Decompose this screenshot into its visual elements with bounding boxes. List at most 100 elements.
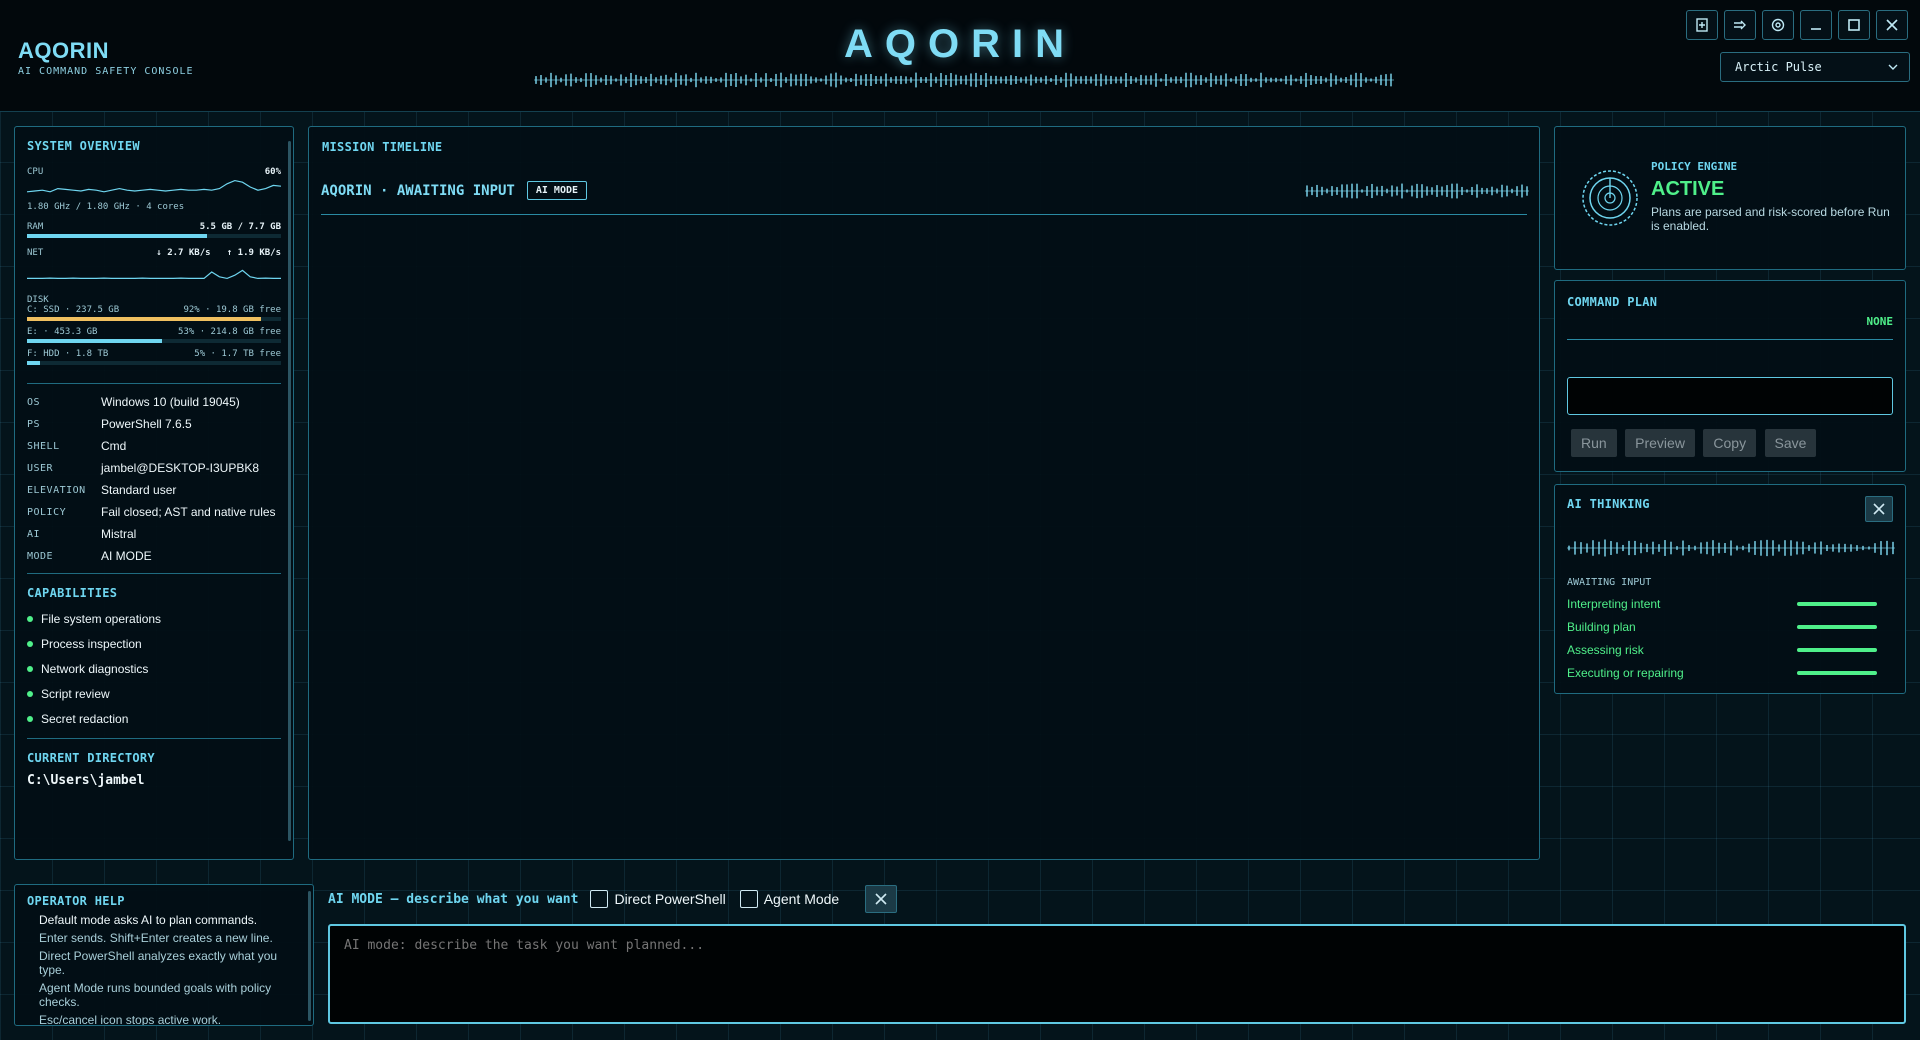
info-row: SHELL Cmd <box>27 440 281 453</box>
export-icon[interactable] <box>1724 10 1756 40</box>
direct-powershell-label: Direct PowerShell <box>614 891 726 907</box>
help-scrollbar[interactable] <box>308 891 311 1021</box>
info-key: PS <box>27 419 41 430</box>
thinking-step: Executing or repairing <box>1567 666 1893 680</box>
info-value: jambel@DESKTOP-I3UPBK8 <box>101 461 260 475</box>
help-line: Direct PowerShell analyzes exactly what … <box>39 949 278 977</box>
thinking-step: Assessing risk <box>1567 643 1893 657</box>
command-plan-divider <box>1567 339 1893 340</box>
info-row: MODE AI MODE <box>27 550 281 563</box>
net-down: ↓ 2.7 KB/s <box>156 248 211 258</box>
operator-help-panel: OPERATOR HELP Default mode asks AI to pl… <box>14 884 314 1026</box>
capability-label: Script review <box>41 687 110 701</box>
cpu-detail-text: 1.80 GHz / 1.80 GHz · 4 cores <box>27 202 185 212</box>
info-row: ELEVATION Standard user <box>27 484 281 497</box>
close-icon[interactable] <box>1876 10 1908 40</box>
policy-engine-panel: POLICY ENGINE ACTIVE Plans are parsed an… <box>1554 126 1906 270</box>
settings-icon[interactable] <box>1762 10 1794 40</box>
divider <box>27 383 281 384</box>
mode-prompt: AI MODE — describe what you want <box>328 891 579 907</box>
capability-item: Process inspection <box>27 637 281 651</box>
center-title: AQORIN <box>844 22 1076 66</box>
help-line: Agent Mode runs bounded goals with polic… <box>39 981 272 1009</box>
close-thinking-button[interactable] <box>1865 496 1893 522</box>
disk-usage: 53% · 214.8 GB free <box>178 327 281 337</box>
header-waveform <box>534 72 1394 88</box>
thinking-step-bar <box>1797 602 1877 606</box>
info-value: Standard user <box>101 483 177 497</box>
info-row: OS Windows 10 (build 19045) <box>27 396 281 409</box>
maximize-icon[interactable] <box>1838 10 1870 40</box>
disk-label: DISK <box>27 295 49 305</box>
thinking-step-label: Interpreting intent <box>1567 597 1661 611</box>
disk-bar-fill <box>27 339 162 343</box>
system-overview-title: SYSTEM OVERVIEW <box>27 139 140 153</box>
help-line: Esc/cancel icon stops active work. <box>39 1013 222 1026</box>
capabilities-title: CAPABILITIES <box>27 586 118 600</box>
disk-list: C: SSD · 237.5 GB 92% · 19.8 GB free E: ·… <box>27 305 281 365</box>
mission-waveform <box>1305 183 1529 199</box>
info-row: USER jambel@DESKTOP-I3UPBK8 <box>27 462 281 475</box>
thinking-step-label: Executing or repairing <box>1567 666 1684 680</box>
brand-subtitle: AI COMMAND SAFETY CONSOLE <box>18 66 194 77</box>
app-header: AQORIN AI COMMAND SAFETY CONSOLE AQORIN … <box>0 0 1920 112</box>
info-row: PS PowerShell 7.6.5 <box>27 418 281 431</box>
status-dot-icon <box>27 666 33 672</box>
command-plan-editor[interactable] <box>1567 377 1893 415</box>
cancel-button[interactable] <box>865 885 898 913</box>
thinking-step: Interpreting intent <box>1567 597 1893 611</box>
policy-engine-status: ACTIVE <box>1651 178 1725 200</box>
system-info-list: OS Windows 10 (build 19045) PS PowerShell … <box>27 396 281 563</box>
thinking-step-bar <box>1797 671 1877 675</box>
ai-thinking-title: AI THINKING <box>1567 497 1650 511</box>
system-panel-scrollbar[interactable] <box>288 141 291 841</box>
status-dot-icon <box>27 691 33 697</box>
prompt-input-area[interactable] <box>328 924 1906 1024</box>
mission-divider <box>321 214 1527 215</box>
divider <box>27 573 281 574</box>
operator-help-text: Default mode asks AI to plan commands. E… <box>39 913 305 1026</box>
disk-bar-fill <box>27 361 40 365</box>
chevron-down-icon <box>1888 64 1898 70</box>
disk-usage: 92% · 19.8 GB free <box>183 305 281 315</box>
radar-icon <box>1582 170 1638 226</box>
thinking-step: Building plan <box>1567 620 1893 634</box>
save-button[interactable]: Save <box>1764 429 1817 457</box>
ram-bar <box>27 234 281 238</box>
close-icon <box>1873 503 1885 515</box>
mission-status: AQORIN · AWAITING INPUT <box>321 182 515 199</box>
command-plan-actions: Run Preview Copy Save <box>1571 429 1820 457</box>
ram-row: RAM 5.5 GB / 7.7 GB <box>27 222 281 232</box>
info-value: Windows 10 (build 19045) <box>101 395 240 409</box>
mission-timeline-panel: MISSION TIMELINE AQORIN · AWAITING INPUT… <box>308 126 1540 860</box>
ram-label: RAM <box>27 222 44 232</box>
disk-name: C: SSD · 237.5 GB <box>27 305 120 315</box>
copy-button[interactable]: Copy <box>1703 429 1757 457</box>
info-key: ELEVATION <box>27 485 86 496</box>
document-icon[interactable] <box>1686 10 1718 40</box>
theme-select[interactable]: Arctic Pulse <box>1720 52 1910 82</box>
command-plan-panel: COMMAND PLAN NONE Run Preview Copy Save <box>1554 280 1906 472</box>
run-button[interactable]: Run <box>1571 429 1617 457</box>
direct-powershell-checkbox[interactable] <box>590 890 609 908</box>
status-dot-icon <box>27 616 33 622</box>
preview-button[interactable]: Preview <box>1625 429 1695 457</box>
disk-usage: 5% · 1.7 TB free <box>194 349 281 359</box>
help-lead: Default mode asks AI to plan commands. <box>39 913 258 927</box>
disk-item: E: · 453.3 GB 53% · 214.8 GB free <box>27 327 281 343</box>
agent-mode-checkbox[interactable] <box>739 890 758 908</box>
status-dot-icon <box>27 716 33 722</box>
minimize-icon[interactable] <box>1800 10 1832 40</box>
theme-select-value: Arctic Pulse <box>1735 60 1822 74</box>
thinking-steps: Interpreting intent Building plan Assess… <box>1567 597 1893 689</box>
disk-name: E: · 453.3 GB <box>27 327 98 337</box>
disk-item: C: SSD · 237.5 GB 92% · 19.8 GB free <box>27 305 281 321</box>
info-value: Fail closed; AST and native rules <box>101 505 276 519</box>
status-dot-icon <box>27 641 33 647</box>
operator-help-title: OPERATOR HELP <box>27 894 125 908</box>
cpu-value: 60% <box>264 167 281 177</box>
current-directory-title: CURRENT DIRECTORY <box>27 751 155 765</box>
disk-label-row: DISK <box>27 295 281 305</box>
prompt-input[interactable] <box>330 926 1904 1022</box>
disk-item: F: HDD · 1.8 TB 5% · 1.7 TB free <box>27 349 281 365</box>
